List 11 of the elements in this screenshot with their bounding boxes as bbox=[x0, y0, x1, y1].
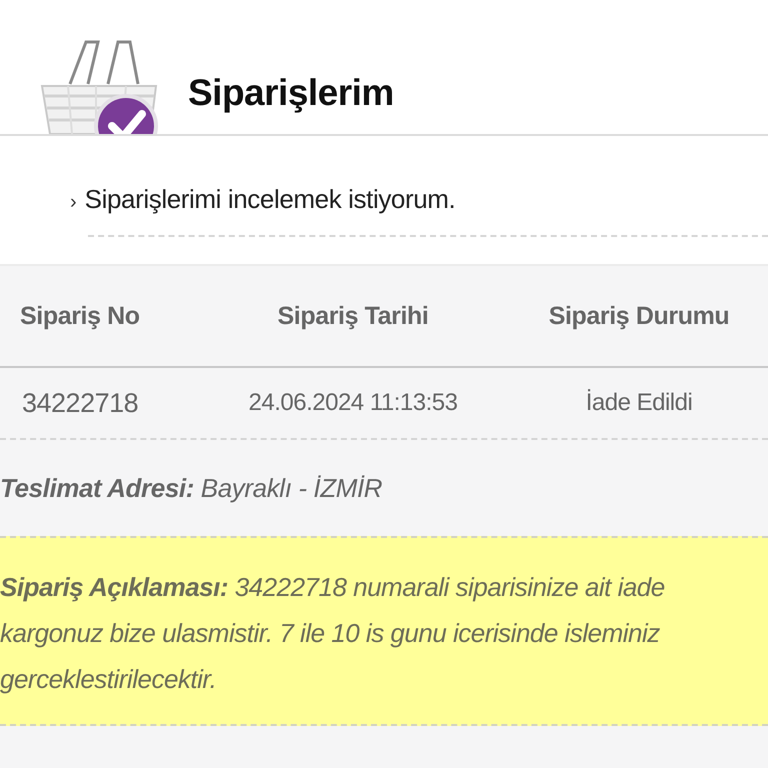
orders-link[interactable]: Siparişlerimi incelemek istiyorum. bbox=[84, 184, 456, 215]
column-header: Sipariş Tarihi bbox=[278, 302, 428, 330]
column-header: Sipariş Durumu bbox=[548, 302, 730, 330]
column-header: Sipariş No bbox=[19, 302, 140, 330]
chevron-icon: › bbox=[70, 191, 77, 214]
table-cell-text: 34222718 bbox=[21, 388, 138, 418]
order-note: Sipariş Açıklaması: 34222718 numarali siparisinize ait iade kargonuz bize ulasmistir. 7 ile 10 is gunu icerisinde isleminiz gerceklestirilecektir. bbox=[0, 536, 768, 726]
table-cell: 24.06.2024 11:13:53 bbox=[248, 389, 458, 417]
delivery-address: Teslimat Adresi: Bayraklı - İZMİR bbox=[0, 472, 382, 504]
page-title: Siparişlerim bbox=[188, 72, 394, 114]
table-cell: İade Edildi bbox=[586, 389, 692, 417]
